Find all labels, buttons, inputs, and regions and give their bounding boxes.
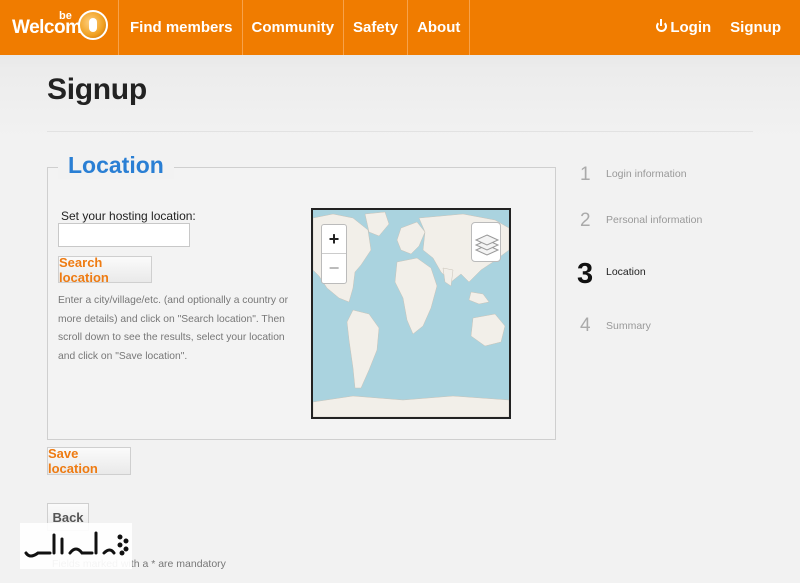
logo-badge-icon xyxy=(78,10,108,40)
hosting-location-input[interactable] xyxy=(58,223,190,247)
zoom-out-button[interactable]: − xyxy=(322,254,346,283)
search-location-button[interactable]: Search location xyxy=(58,255,152,285)
zoom-in-button[interactable]: + xyxy=(322,225,346,254)
title-divider xyxy=(47,131,753,132)
step-4-label: Summary xyxy=(606,320,651,332)
page-title: Signup xyxy=(47,73,147,106)
nav-safety[interactable]: Safety xyxy=(344,0,409,55)
nav-about[interactable]: About xyxy=(408,0,471,55)
top-nav-bar: Welcome be Find members Community Safety… xyxy=(0,0,800,55)
watermark-logo xyxy=(20,523,132,569)
step-1-number: 1 xyxy=(580,164,591,185)
step-2-number: 2 xyxy=(580,210,591,231)
location-map[interactable]: + − xyxy=(311,208,511,419)
location-legend: Location xyxy=(58,152,174,179)
location-help-text: Enter a city/village/etc. (and optionall… xyxy=(58,295,289,362)
nav-find-members[interactable]: Find members xyxy=(119,0,243,55)
nav-login-label: Login xyxy=(670,19,712,36)
step-2-label: Personal information xyxy=(606,214,703,226)
power-icon xyxy=(656,19,668,32)
step-3-number: 3 xyxy=(577,258,594,290)
nav-signup[interactable]: Signup xyxy=(730,0,800,55)
nav-community[interactable]: Community xyxy=(243,0,345,55)
step-3-label: Location xyxy=(606,266,646,278)
map-zoom-control: + − xyxy=(321,224,347,284)
layers-icon[interactable] xyxy=(471,222,501,262)
nav-account: Login Signup xyxy=(656,0,800,55)
logo-superscript: be xyxy=(59,10,72,22)
step-1-label: Login information xyxy=(606,168,687,180)
nav-login[interactable]: Login xyxy=(656,0,730,55)
save-location-button[interactable]: Save location xyxy=(47,446,131,476)
step-4-number: 4 xyxy=(580,315,591,336)
hosting-location-label: Set your hosting location: xyxy=(61,209,196,223)
site-logo[interactable]: Welcome be xyxy=(0,0,119,55)
